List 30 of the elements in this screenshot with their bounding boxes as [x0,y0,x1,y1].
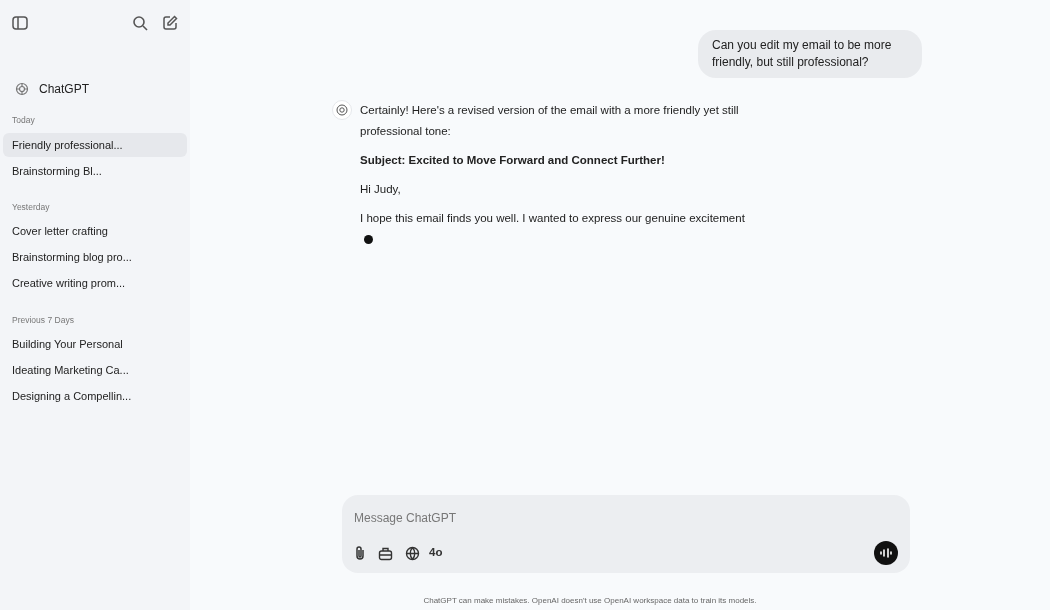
knot-logo-icon [15,82,29,96]
message-input[interactable]: Message ChatGPT [354,509,898,527]
chat-history-item[interactable]: Cover letter crafting [3,219,187,244]
voice-button[interactable] [874,541,898,565]
chat-history-item[interactable]: Creative writing prom... [3,271,187,296]
toolbox-icon[interactable] [378,545,393,561]
new-chat-icon[interactable] [162,15,178,31]
waveform-icon [880,548,892,558]
reply-paragraph: Certainly! Here's a revised version of the email with a more friendly yet still professional tone: [360,103,740,139]
sidebar-toggle-icon[interactable] [12,16,28,30]
reply-paragraph: I hope this email finds you well. I wanted to express our genuine excitement [360,212,745,224]
chat-history-item[interactable]: Brainstorming Bl... [3,158,187,183]
model-selector[interactable]: 4o [429,544,443,562]
section-label: Previous 7 Days [11,313,75,327]
email-subject: Subject: Excited to Move Forward and Connect Further! [360,153,666,168]
chat-history-item[interactable]: Designing a Compellin... [3,384,187,409]
paperclip-icon[interactable] [354,545,366,561]
search-icon[interactable] [132,15,148,31]
section-label: Today [11,114,36,127]
globe-icon[interactable] [405,545,420,561]
chat-history-item[interactable]: Brainstorming blog pro... [3,245,187,270]
chat-history-item[interactable]: Ideating Marketing Ca... [3,358,187,383]
reply-paragraph: Hi Judy, [360,182,402,197]
disclaimer-text: ChatGPT can make mistakes. OpenAI doesn't use OpenAI workspace data to train its models. [422,595,758,607]
brand-item[interactable]: ChatGPT [3,80,187,98]
user-message: Can you edit my email to be more friendly, but still professional? [698,30,922,78]
section-label: Yesterday [11,200,51,214]
assistant-avatar-icon [332,100,352,120]
chat-history-item[interactable]: Friendly professional... [3,132,187,157]
chat-history-item[interactable]: Building Your Personal [3,332,187,357]
